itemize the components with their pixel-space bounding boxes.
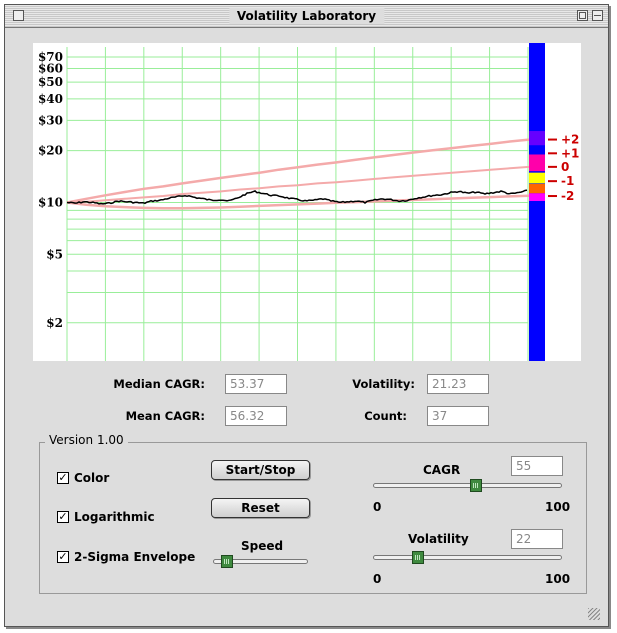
level-label: 0 [561, 160, 569, 174]
main-window: Volatility Laboratory $70 $60 $50 $40 $30 $20… [4, 4, 609, 627]
cagr-min-label: 0 [373, 500, 382, 514]
window-title: Volatility Laboratory [228, 8, 385, 24]
y-tick-label: $60 [38, 62, 63, 76]
count-field[interactable]: 37 [427, 406, 489, 426]
price-chart: $70$60$50$40$30$20$10$5$2+2+10-1-2 [38, 43, 579, 361]
title-bar[interactable]: Volatility Laboratory [5, 5, 608, 28]
volatility-slider-thumb[interactable] [411, 551, 424, 564]
logarithmic-checkbox-label[interactable]: Logarithmic [74, 510, 155, 524]
y-tick-label: $50 [38, 75, 63, 89]
y-tick-label: $20 [38, 144, 63, 158]
band-minus2 [529, 193, 545, 201]
resize-grip[interactable] [588, 608, 600, 620]
color-bar [529, 43, 545, 361]
logarithmic-checkbox[interactable]: ✓ [57, 511, 69, 523]
close-box[interactable] [13, 10, 24, 21]
version-label: Version 1.00 [45, 433, 128, 447]
cagr-slider-thumb[interactable] [470, 479, 483, 492]
level-label: -1 [561, 174, 574, 188]
level-label: +2 [561, 133, 579, 147]
volatility-min-label: 0 [373, 572, 382, 586]
volatility-stat-label: Volatility: [352, 377, 415, 391]
speed-slider-thumb[interactable] [221, 555, 234, 568]
y-tick-label: $40 [38, 92, 63, 106]
cagr-max-label: 100 [545, 500, 571, 514]
volatility-field[interactable]: 22 [511, 529, 563, 549]
speed-label: Speed [241, 539, 284, 553]
cagr-field[interactable]: 55 [511, 456, 563, 476]
y-tick-label: $30 [38, 113, 63, 127]
volatility-slider-label: Volatility [408, 532, 469, 546]
chart-area: $70 $60 $50 $40 $30 $20 $10 $5 $2 +2 +1 0 -1 -2 [33, 43, 581, 361]
band-zero [529, 172, 545, 184]
volatility-slider-track[interactable] [373, 555, 562, 560]
volatility-max-label: 100 [545, 572, 571, 586]
cagr-slider-track[interactable] [373, 483, 562, 488]
band-plus1 [529, 154, 545, 172]
color-checkbox[interactable]: ✓ [57, 472, 69, 484]
start-stop-button[interactable]: Start/Stop [211, 460, 310, 480]
reset-button[interactable]: Reset [211, 498, 310, 518]
envelope-checkbox-label[interactable]: 2-Sigma Envelope [74, 550, 195, 564]
mean-cagr-field[interactable]: 56.32 [225, 406, 287, 426]
level-label: +1 [561, 146, 579, 160]
envelope-checkbox[interactable]: ✓ [57, 551, 69, 563]
level-label: -2 [561, 189, 574, 203]
median-cagr-label: Median CAGR: [113, 377, 205, 391]
collapse-box[interactable] [592, 10, 603, 21]
mean-cagr-label: Mean CAGR: [125, 409, 205, 423]
y-tick-label: $2 [46, 316, 63, 330]
band-plus2 [529, 131, 545, 146]
median-cagr-field[interactable]: 53.37 [225, 374, 287, 394]
cagr-label: CAGR [423, 463, 461, 477]
count-label: Count: [364, 409, 407, 423]
zoom-box[interactable] [577, 10, 588, 21]
volatility-stat-field[interactable]: 21.23 [427, 374, 489, 394]
y-tick-label: $10 [38, 195, 63, 209]
color-checkbox-label[interactable]: Color [74, 471, 109, 485]
y-tick-label: $5 [46, 247, 63, 261]
band-minus1 [529, 184, 545, 194]
